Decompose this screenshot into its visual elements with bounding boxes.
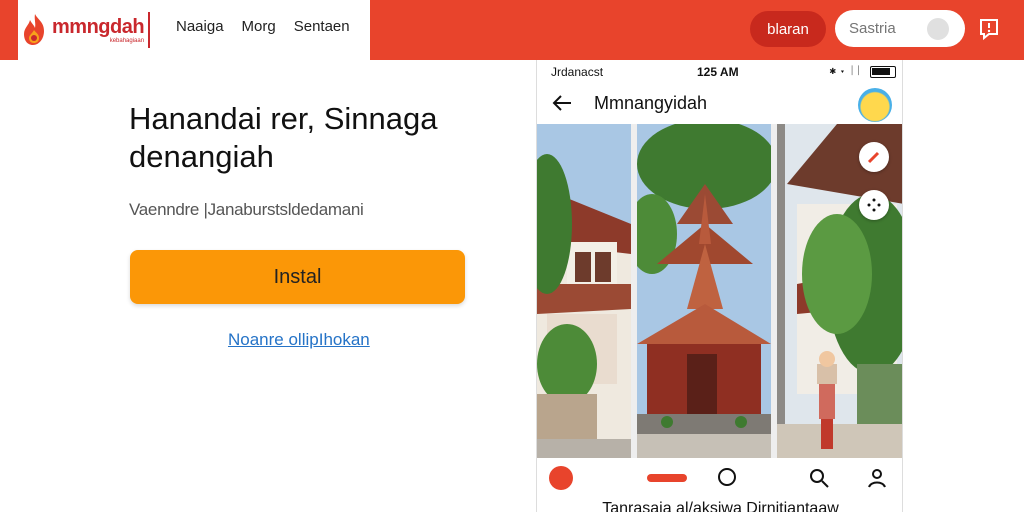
status-carrier: Jrdanacst (551, 65, 604, 79)
profile-icon[interactable] (865, 466, 889, 490)
install-button[interactable]: Instal (130, 250, 465, 304)
gallery-photo-3[interactable] (777, 124, 902, 469)
brand-tagline: kebahagiaan (109, 37, 145, 44)
gallery-photo-2[interactable] (637, 124, 771, 469)
house-photo-left (537, 124, 631, 469)
app-bar: Mmnangyidah (537, 84, 902, 124)
bottom-nav (537, 458, 902, 498)
street-photo (777, 124, 902, 469)
battery-icon (870, 66, 896, 78)
hero-subtitle: Vaenndre |Janaburstsldedamani (129, 200, 364, 219)
search-icon[interactable] (807, 466, 831, 490)
page-indicator (647, 474, 687, 482)
chat-icon[interactable] (715, 466, 739, 490)
home-icon[interactable] (549, 466, 573, 490)
flame-logo-icon (24, 14, 44, 45)
back-arrow-icon[interactable] (551, 92, 573, 114)
expand-icon (867, 198, 881, 212)
help-icon[interactable] (977, 17, 1001, 41)
edit-fab[interactable] (859, 142, 889, 172)
hero-title: Hanandai rer, Sinnaga denangiah (129, 101, 438, 174)
brand-name: mmngdah (52, 15, 145, 38)
more-fab[interactable] (859, 190, 889, 220)
status-bar: Jrdanacst 125 AM ✱ ▾ ᛁᛁ (537, 62, 902, 82)
nav-item-3[interactable]: Sentaen (294, 18, 350, 35)
search-input[interactable] (849, 20, 929, 37)
search-box[interactable] (835, 10, 965, 47)
logo-divider (148, 12, 151, 48)
status-icons: ✱ ▾ ᛁᛁ (829, 65, 862, 77)
pagoda-photo (637, 124, 771, 469)
nav-item-1[interactable]: Naaiga (176, 18, 224, 35)
gallery-photo-1[interactable] (537, 124, 631, 469)
nav-item-2[interactable]: Morg (242, 18, 276, 35)
phone-mockup: Jrdanacst 125 AM ✱ ▾ ᛁᛁ Mmnangyidah Tanr… (536, 60, 903, 512)
more-info-link[interactable]: Noanre ollipIhokan (228, 330, 370, 350)
logo[interactable]: mmngdah kebahagiaan (18, 6, 151, 54)
app-title: Mmnangyidah (594, 93, 708, 113)
header-button[interactable]: blaran (750, 11, 826, 47)
pencil-icon (867, 151, 880, 164)
main-nav: Naaiga Morg Sentaen (176, 18, 350, 35)
status-time: 125 AM (697, 65, 739, 79)
search-toggle-icon[interactable] (927, 18, 949, 40)
photo-gallery[interactable] (537, 124, 902, 469)
phone-caption: Tanrasaia al/aksiwa Dirnitiantaaw (602, 500, 839, 512)
avatar[interactable] (858, 88, 892, 122)
